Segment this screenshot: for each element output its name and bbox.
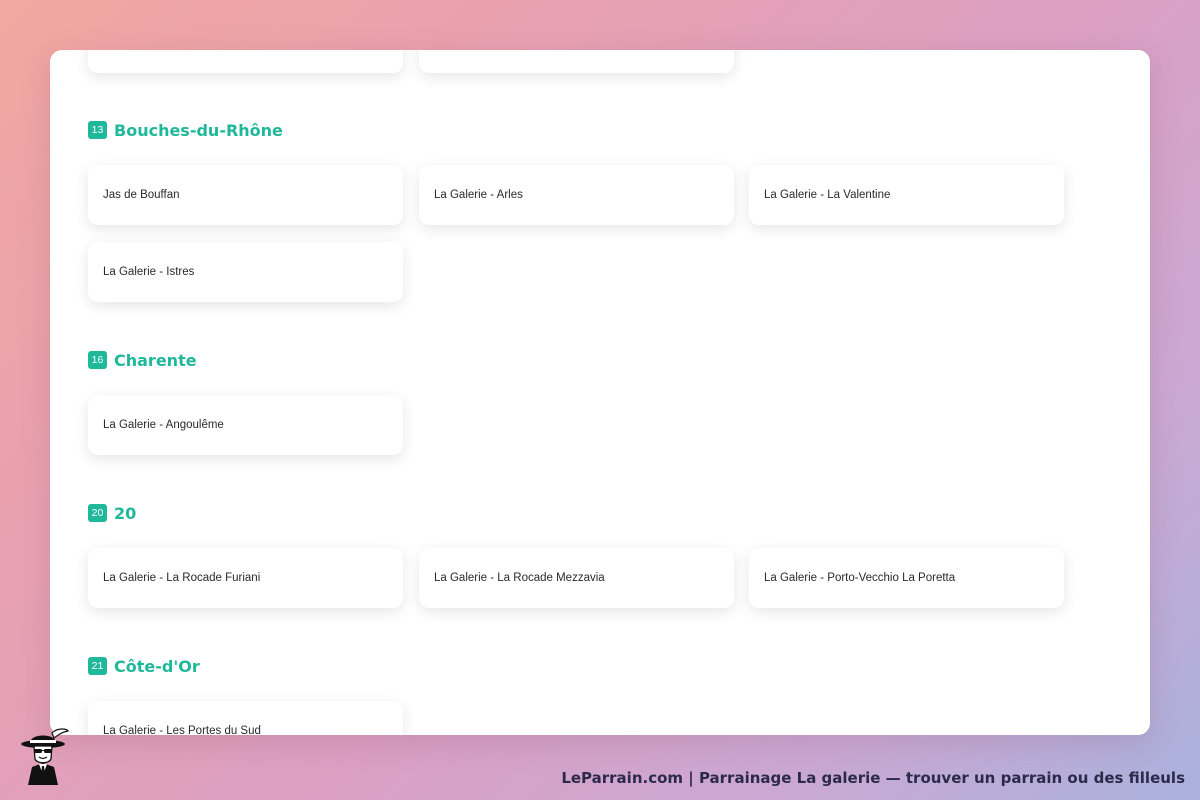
scroll-area[interactable]: 13 Bouches-du-Rhône Jas de Bouffan La Ga… [50, 50, 1150, 735]
store-tile[interactable]: La Galerie - Porto-Vecchio La Poretta [749, 548, 1064, 608]
store-tile[interactable] [88, 50, 403, 73]
section-title: 20 [114, 503, 137, 523]
mascot-icon [21, 728, 69, 785]
department-badge: 20 [88, 504, 107, 522]
department-badge: 13 [88, 121, 107, 139]
store-tile[interactable]: Jas de Bouffan [88, 165, 403, 225]
section-header-16: 16 Charente [88, 349, 197, 371]
store-tile[interactable]: La Galerie - La Rocade Furiani [88, 548, 403, 608]
store-tile-label: La Galerie - La Rocade Furiani [103, 572, 261, 584]
store-tile[interactable]: La Galerie - Les Portes du Sud [88, 701, 403, 735]
store-tile[interactable] [419, 50, 734, 73]
section-header-13: 13 Bouches-du-Rhône [88, 119, 283, 141]
store-tile[interactable]: La Galerie - La Valentine [749, 165, 1064, 225]
section-header-21: 21 Côte-d'Or [88, 655, 200, 677]
footer-caption: LeParrain.com | Parrainage La galerie — … [561, 769, 1185, 787]
section-title: Charente [114, 350, 197, 370]
store-tile-label: La Galerie - Arles [434, 189, 523, 201]
department-badge: 21 [88, 657, 107, 675]
store-tile[interactable]: La Galerie - Arles [419, 165, 734, 225]
store-tile[interactable]: La Galerie - La Rocade Mezzavia [419, 548, 734, 608]
section-title: Bouches-du-Rhône [114, 120, 283, 140]
section-header-20: 20 20 [88, 502, 136, 524]
store-tile[interactable]: La Galerie - Istres [88, 242, 403, 302]
department-badge: 16 [88, 351, 107, 369]
store-tile[interactable]: La Galerie - Angoulême [88, 395, 403, 455]
store-tile-label: La Galerie - Angoulême [103, 419, 224, 431]
store-tile-label: La Galerie - La Rocade Mezzavia [434, 572, 605, 584]
store-tile-label: La Galerie - La Valentine [764, 189, 891, 201]
store-tile-label: La Galerie - Istres [103, 266, 195, 278]
store-tile-label: Jas de Bouffan [103, 189, 180, 201]
store-tile-label: La Galerie - Les Portes du Sud [103, 725, 261, 735]
section-title: Côte-d'Or [114, 656, 200, 676]
content-card: 13 Bouches-du-Rhône Jas de Bouffan La Ga… [50, 50, 1150, 735]
store-tile-label: La Galerie - Porto-Vecchio La Poretta [764, 572, 956, 584]
